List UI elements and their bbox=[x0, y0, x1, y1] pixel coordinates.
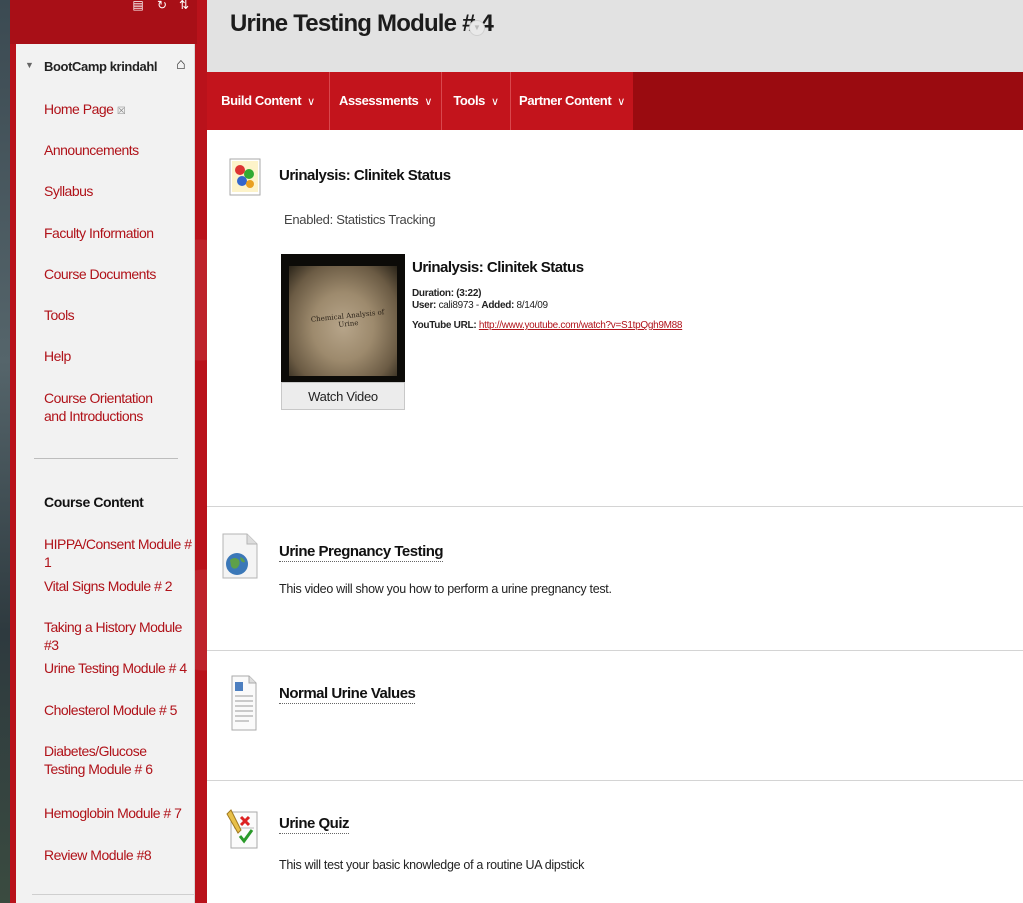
video-title: Urinalysis: Clinitek Status bbox=[412, 259, 584, 276]
assessments-label: Assessments bbox=[338, 93, 419, 108]
sidebar-item-help[interactable]: Help bbox=[44, 347, 192, 365]
duration-value: (3:22) bbox=[456, 288, 482, 299]
sidebar-item-review-module[interactable]: Review Module #8 bbox=[44, 846, 192, 864]
sidebar-item-hemoglobin-module[interactable]: Hemoglobin Module # 7 bbox=[44, 804, 192, 822]
video-thumbnail[interactable]: Chemical Analysis of Urine bbox=[281, 254, 405, 382]
item-title-quiz[interactable]: Urine Quiz bbox=[279, 815, 350, 834]
item-divider bbox=[207, 506, 1023, 507]
assessments-button[interactable]: Assessments ∨ bbox=[330, 72, 442, 130]
sort-icon[interactable]: ⇅ bbox=[176, 0, 192, 14]
sidebar-item-urine-testing-module[interactable]: Urine Testing Module # 4 bbox=[44, 659, 192, 677]
page-title-bar: Urine Testing Module # 4 ▼ bbox=[207, 0, 1023, 73]
sidebar-item-label: Home Page bbox=[44, 101, 114, 117]
duration-label: Duration: bbox=[412, 288, 454, 299]
build-content-label: Build Content bbox=[221, 93, 302, 108]
sidebar-item-tools[interactable]: Tools bbox=[44, 306, 192, 324]
chevron-down-icon: ∨ bbox=[491, 96, 499, 108]
external-link-icon: ☒ bbox=[116, 106, 126, 117]
page-title: Urine Testing Module # 4 bbox=[230, 10, 494, 37]
item-description-quiz: This will test your basic knowledge of a… bbox=[279, 858, 585, 872]
course-menu-sidebar: ▼ BootCamp krindahl ⌂ Home Page ☒ Announ… bbox=[16, 44, 195, 903]
sidebar-item-history-module[interactable]: Taking a History Module #3 bbox=[44, 618, 192, 654]
added-label: Added: bbox=[481, 300, 515, 311]
partner-content-label: Partner Content bbox=[519, 93, 612, 108]
mashup-icon bbox=[229, 158, 261, 196]
sidebar-item-course-orientation[interactable]: Course Orientation and Introductions bbox=[44, 389, 174, 425]
video-duration: Duration: (3:22) bbox=[412, 288, 481, 299]
course-content-heading: Course Content bbox=[44, 494, 144, 510]
menu-divider bbox=[34, 458, 178, 459]
watch-video-button[interactable]: Watch Video bbox=[281, 382, 405, 410]
sidebar-item-hippa-module[interactable]: HIPPA/Consent Module # 1 bbox=[44, 535, 192, 571]
test-quiz-icon bbox=[225, 808, 261, 852]
main-content: Urine Testing Module # 4 ▼ Build Content… bbox=[207, 0, 1023, 903]
tools-label: Tools bbox=[453, 93, 486, 108]
sidebar-item-announcements[interactable]: Announcements bbox=[44, 141, 192, 159]
sidebar-item-home-page[interactable]: Home Page ☒ bbox=[44, 100, 192, 121]
item-title-pregnancy[interactable]: Urine Pregnancy Testing bbox=[279, 543, 444, 562]
tools-button[interactable]: Tools ∨ bbox=[442, 72, 511, 130]
video-user-added: User: cali8973 - Added: 8/14/09 bbox=[412, 300, 548, 311]
item-divider bbox=[207, 650, 1023, 651]
action-bar: Build Content ∨ Assessments ∨ Tools ∨ Partn… bbox=[207, 72, 1023, 130]
video-youtube-url: YouTube URL: http://www.youtube.com/watc… bbox=[412, 320, 683, 331]
edit-menu-icon[interactable]: ▤ bbox=[130, 0, 146, 14]
collapse-triangle-icon[interactable]: ▼ bbox=[25, 60, 34, 70]
added-value: 8/14/09 bbox=[516, 300, 549, 311]
user-label: User: bbox=[412, 300, 437, 311]
chevron-down-icon: ∨ bbox=[307, 96, 315, 108]
item-divider bbox=[207, 780, 1023, 781]
statistics-tracking-label: Enabled: Statistics Tracking bbox=[284, 212, 436, 227]
sidebar-item-diabetes-module[interactable]: Diabetes/Glucose Testing Module # 6 bbox=[44, 742, 179, 778]
globe-link-icon bbox=[217, 530, 263, 582]
desktop-background-strip bbox=[0, 0, 10, 903]
sidebar-item-course-documents[interactable]: Course Documents bbox=[44, 265, 192, 283]
refresh-icon[interactable]: ↻ bbox=[154, 0, 170, 14]
youtube-url-label: YouTube URL: bbox=[412, 320, 477, 331]
course-name[interactable]: BootCamp krindahl bbox=[44, 59, 158, 74]
item-title-clinitek: Urinalysis: Clinitek Status bbox=[279, 167, 451, 184]
chevron-down-icon: ∨ bbox=[424, 96, 433, 108]
course-header: ▼ BootCamp krindahl ⌂ bbox=[16, 56, 194, 80]
chevron-down-icon: ∨ bbox=[617, 96, 625, 108]
sidebar-item-faculty-information[interactable]: Faculty Information bbox=[44, 224, 192, 242]
youtube-url-link[interactable]: http://www.youtube.com/watch?v=S1tpQgh9M… bbox=[479, 320, 683, 331]
sidebar-item-cholesterol-module[interactable]: Cholesterol Module # 5 bbox=[44, 701, 192, 719]
document-icon bbox=[229, 674, 259, 732]
sidebar-toolbar: ▤ ↻ ⇅ bbox=[10, 0, 197, 44]
sidebar-divider bbox=[32, 894, 194, 895]
partner-content-button[interactable]: Partner Content ∨ bbox=[511, 72, 633, 130]
item-description-pregnancy: This video will show you how to perform … bbox=[279, 582, 612, 596]
build-content-button[interactable]: Build Content ∨ bbox=[207, 72, 330, 130]
home-icon[interactable]: ⌂ bbox=[176, 56, 186, 74]
item-title-normal-values[interactable]: Normal Urine Values bbox=[279, 685, 416, 704]
sidebar-item-vital-signs-module[interactable]: Vital Signs Module # 2 bbox=[44, 577, 192, 595]
chevron-down-icon[interactable]: ▼ bbox=[469, 20, 485, 36]
user-value: cali8973 bbox=[438, 300, 474, 311]
sidebar-item-syllabus[interactable]: Syllabus bbox=[44, 182, 192, 200]
action-bar-buttons: Build Content ∨ Assessments ∨ Tools ∨ Partn… bbox=[207, 72, 633, 130]
